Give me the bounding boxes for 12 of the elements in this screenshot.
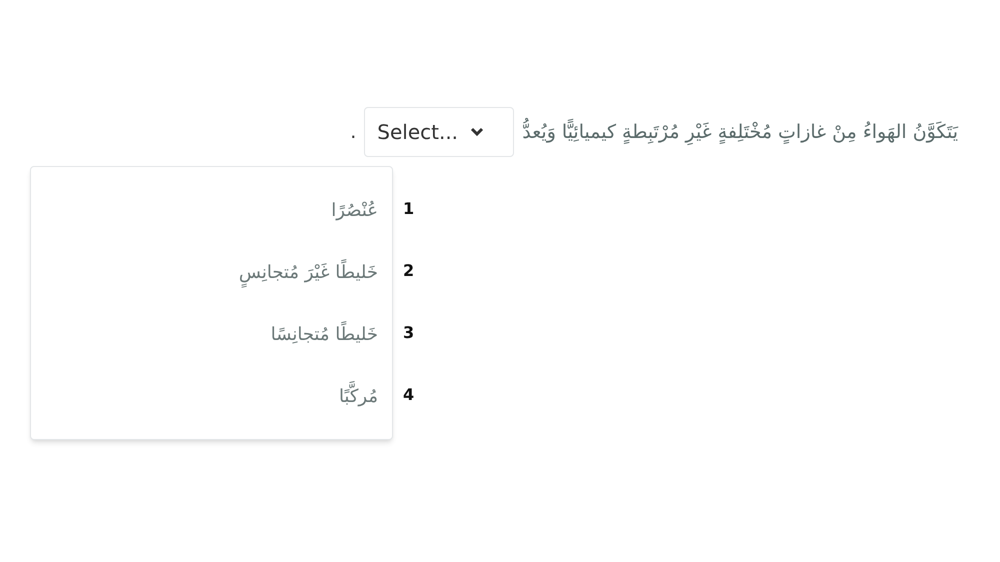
chevron-icon [470,127,484,137]
option-number: 3 [403,322,414,344]
option-number: 4 [403,384,414,406]
period-text: . [350,120,356,145]
question-text: يَتَكَوَّنُ الهَواءُ مِنْ غازاتٍ مُخْتَلِفةٍ غَيْرِ مُرْتَبِطةٍ كيميائِيًّا وَيُعدُّ [522,118,958,146]
menu-option[interactable]: عُنْصُرًا [31,179,392,241]
menu-option[interactable]: خَليطًا مُتجانِسًا [31,303,392,365]
answer-dropdown[interactable]: Select... [364,107,514,157]
menu-option[interactable]: خَليطًا غَيْرَ مُتجانِسٍ [31,241,392,303]
option-number: 1 [403,198,414,220]
menu-option[interactable]: مُركَّبًا [31,365,392,427]
option-number: 2 [403,260,414,282]
